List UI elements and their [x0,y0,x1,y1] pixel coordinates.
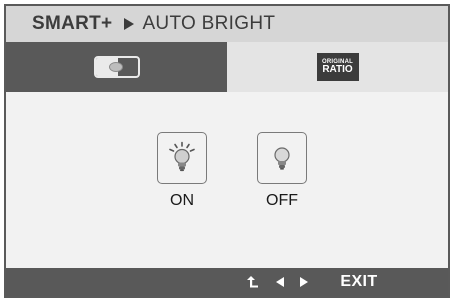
auto-bright-icon [93,56,140,78]
option-off[interactable]: OFF [256,132,308,210]
tab-bar: ORIGINAL RATIO [6,42,448,92]
osd-panel: SMART+ AUTO BRIGHT ORIGINAL RATIO ON OFF… [4,4,450,298]
control-bar: EXIT [6,268,448,296]
option-off-button[interactable] [257,132,307,184]
arrow-right-icon[interactable] [296,268,312,296]
lightbulb-on-icon [169,141,195,172]
submenu-name: AUTO BRIGHT [142,13,276,34]
original-ratio-icon: ORIGINAL RATIO [316,53,359,81]
tab-auto-bright[interactable] [6,42,227,92]
option-on-button[interactable] [157,132,207,184]
exit-button[interactable]: EXIT [332,268,386,296]
enter-icon[interactable] [242,268,262,296]
tab-original-ratio[interactable]: ORIGINAL RATIO [227,42,448,92]
breadcrumb-arrow-icon [124,18,135,30]
osd-header: SMART+ AUTO BRIGHT [6,6,448,42]
option-on[interactable]: ON [156,132,208,210]
lightbulb-off-icon [274,147,290,170]
menu-name: SMART+ [32,13,113,34]
option-off-label: OFF [266,192,298,209]
options-area: ON OFF [6,92,448,268]
arrow-left-icon[interactable] [272,268,288,296]
option-on-label: ON [170,192,194,209]
